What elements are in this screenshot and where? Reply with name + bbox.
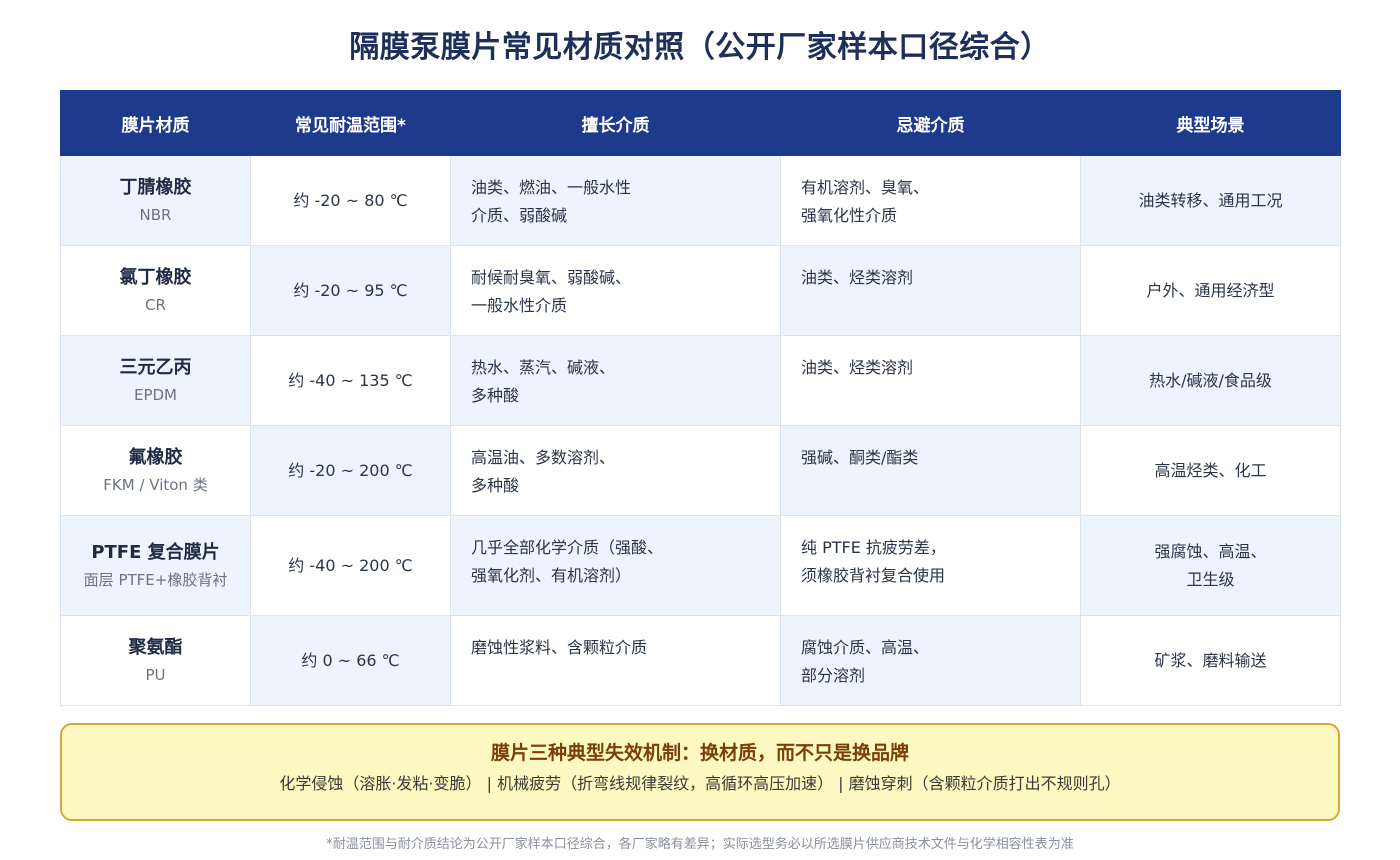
table-row: 氟橡胶 FKM / Viton 类 约 -20 ~ 200 ℃ 高温油、多数溶剂… bbox=[60, 425, 1341, 516]
cell-line: 部分溶剂 bbox=[801, 666, 866, 685]
material-code: NBR bbox=[139, 205, 172, 224]
avoid-media-cell: 有机溶剂、臭氧、 强氧化性介质 bbox=[780, 155, 1081, 246]
cell-line: 强氧化性介质 bbox=[801, 206, 898, 225]
material-cell: PTFE 复合膜片 面层 PTFE+橡胶背衬 bbox=[60, 515, 251, 616]
material-cell: 丁腈橡胶 NBR bbox=[60, 155, 251, 246]
cell-line: 多种酸 bbox=[471, 476, 520, 495]
cell-line: 几乎全部化学介质（强酸、 bbox=[471, 538, 664, 557]
suitable-media-cell: 高温油、多数溶剂、 多种酸 bbox=[450, 425, 781, 516]
scene-cell: 热水/碱液/食品级 bbox=[1080, 335, 1341, 426]
avoid-media-cell: 油类、烃类溶剂 bbox=[780, 335, 1081, 426]
material-cell: 氟橡胶 FKM / Viton 类 bbox=[60, 425, 251, 516]
cell-line: 矿浆、磨料输送 bbox=[1154, 650, 1267, 670]
material-code: 面层 PTFE+橡胶背衬 bbox=[83, 570, 228, 589]
table-row: PTFE 复合膜片 面层 PTFE+橡胶背衬 约 -40 ~ 200 ℃ 几乎全… bbox=[60, 515, 1341, 616]
temperature-cell: 约 -20 ~ 95 ℃ bbox=[250, 245, 451, 336]
suitable-media-cell: 几乎全部化学介质（强酸、 强氧化剂、有机溶剂） bbox=[450, 515, 781, 616]
scene-cell: 户外、通用经济型 bbox=[1080, 245, 1341, 336]
cell-line: 介质、弱酸碱 bbox=[471, 206, 568, 225]
material-table: 膜片材质 常见耐温范围* 擅长介质 忌避介质 典型场景 丁腈橡胶 NBR 约 -… bbox=[60, 90, 1341, 706]
cell-line: 耐候耐臭氧、弱酸碱、 bbox=[471, 268, 632, 287]
material-name: 聚氨酯 bbox=[128, 636, 183, 658]
cell-line: 强腐蚀、高温、 bbox=[1154, 541, 1267, 561]
temperature-cell: 约 -40 ~ 200 ℃ bbox=[250, 515, 451, 616]
cell-line: 高温油、多数溶剂、 bbox=[471, 448, 616, 467]
material-name: PTFE 复合膜片 bbox=[91, 541, 220, 563]
callout-title: 膜片三种典型失效机制：换材质，而不只是换品牌 bbox=[490, 742, 909, 764]
header-typical-scene: 典型场景 bbox=[1080, 90, 1341, 156]
suitable-media-cell: 热水、蒸汽、碱液、 多种酸 bbox=[450, 335, 781, 426]
cell-line: 强氧化剂、有机溶剂） bbox=[471, 566, 632, 585]
material-name: 三元乙丙 bbox=[119, 356, 192, 378]
temperature-cell: 约 -40 ~ 135 ℃ bbox=[250, 335, 451, 426]
temperature-cell: 约 -20 ~ 200 ℃ bbox=[250, 425, 451, 516]
avoid-media-cell: 腐蚀介质、高温、 部分溶剂 bbox=[780, 615, 1081, 706]
failure-mechanism-callout: 膜片三种典型失效机制：换材质，而不只是换品牌 化学侵蚀（溶胀·发粘·变脆） | … bbox=[60, 723, 1340, 821]
cell-line: 油类、烃类溶剂 bbox=[801, 358, 914, 377]
cell-line: 强碱、酮类/酯类 bbox=[801, 448, 919, 467]
cell-line: 油类、燃油、一般水性 bbox=[471, 178, 632, 197]
cell-line: 多种酸 bbox=[471, 386, 520, 405]
callout-text: 化学侵蚀（溶胀·发粘·变脆） | 机械疲劳（折弯线规律裂纹，高循环高压加速） |… bbox=[279, 774, 1121, 793]
cell-line: 油类、烃类溶剂 bbox=[801, 268, 914, 287]
material-name: 丁腈橡胶 bbox=[119, 176, 192, 198]
cell-line: 卫生级 bbox=[1186, 569, 1235, 589]
material-code: FKM / Viton 类 bbox=[103, 475, 208, 494]
cell-line: 磨蚀性浆料、含颗粒介质 bbox=[471, 638, 648, 657]
scene-cell: 高温烃类、化工 bbox=[1080, 425, 1341, 516]
cell-line: 热水、蒸汽、碱液、 bbox=[471, 358, 616, 377]
scene-cell: 强腐蚀、高温、 卫生级 bbox=[1080, 515, 1341, 616]
footnote: *耐温范围与耐介质结论为公开厂家样本口径综合，各厂家略有差异；实际选型务必以所选… bbox=[326, 837, 1074, 852]
cell-line: 高温烃类、化工 bbox=[1154, 460, 1267, 480]
cell-line: 油类转移、通用工况 bbox=[1138, 190, 1283, 210]
temperature-cell: 约 0 ~ 66 ℃ bbox=[250, 615, 451, 706]
page-title: 隔膜泵膜片常见材质对照（公开厂家样本口径综合） bbox=[349, 30, 1051, 65]
table-row: 聚氨酯 PU 约 0 ~ 66 ℃ 磨蚀性浆料、含颗粒介质 腐蚀介质、高温、 部… bbox=[60, 615, 1341, 706]
table-header-row: 膜片材质 常见耐温范围* 擅长介质 忌避介质 典型场景 bbox=[60, 90, 1341, 156]
suitable-media-cell: 磨蚀性浆料、含颗粒介质 bbox=[450, 615, 781, 706]
table-row: 氯丁橡胶 CR 约 -20 ~ 95 ℃ 耐候耐臭氧、弱酸碱、 一般水性介质 油… bbox=[60, 245, 1341, 336]
material-cell: 三元乙丙 EPDM bbox=[60, 335, 251, 426]
suitable-media-cell: 油类、燃油、一般水性 介质、弱酸碱 bbox=[450, 155, 781, 246]
header-avoid-media: 忌避介质 bbox=[780, 90, 1081, 156]
material-code: PU bbox=[145, 665, 166, 684]
cell-line: 户外、通用经济型 bbox=[1146, 280, 1275, 300]
cell-line: 一般水性介质 bbox=[471, 296, 568, 315]
cell-line: 热水/碱液/食品级 bbox=[1149, 370, 1272, 390]
material-code: CR bbox=[145, 295, 166, 314]
avoid-media-cell: 油类、烃类溶剂 bbox=[780, 245, 1081, 336]
temperature-cell: 约 -20 ~ 80 ℃ bbox=[250, 155, 451, 246]
material-name: 氯丁橡胶 bbox=[119, 266, 192, 288]
header-suitable-media: 擅长介质 bbox=[450, 90, 781, 156]
scene-cell: 油类转移、通用工况 bbox=[1080, 155, 1341, 246]
cell-line: 纯 PTFE 抗疲劳差， bbox=[801, 538, 946, 557]
cell-line: 腐蚀介质、高温、 bbox=[801, 638, 930, 657]
material-code: EPDM bbox=[133, 385, 177, 404]
table-row: 丁腈橡胶 NBR 约 -20 ~ 80 ℃ 油类、燃油、一般水性 介质、弱酸碱 … bbox=[60, 155, 1341, 246]
scene-cell: 矿浆、磨料输送 bbox=[1080, 615, 1341, 706]
header-material: 膜片材质 bbox=[60, 90, 251, 156]
header-temperature: 常见耐温范围* bbox=[250, 90, 451, 156]
cell-line: 有机溶剂、臭氧、 bbox=[801, 178, 930, 197]
table-row: 三元乙丙 EPDM 约 -40 ~ 135 ℃ 热水、蒸汽、碱液、 多种酸 油类… bbox=[60, 335, 1341, 426]
material-cell: 聚氨酯 PU bbox=[60, 615, 251, 706]
cell-line: 须橡胶背衬复合使用 bbox=[801, 566, 946, 585]
suitable-media-cell: 耐候耐臭氧、弱酸碱、 一般水性介质 bbox=[450, 245, 781, 336]
material-cell: 氯丁橡胶 CR bbox=[60, 245, 251, 336]
material-name: 氟橡胶 bbox=[128, 446, 183, 468]
avoid-media-cell: 强碱、酮类/酯类 bbox=[780, 425, 1081, 516]
avoid-media-cell: 纯 PTFE 抗疲劳差， 须橡胶背衬复合使用 bbox=[780, 515, 1081, 616]
